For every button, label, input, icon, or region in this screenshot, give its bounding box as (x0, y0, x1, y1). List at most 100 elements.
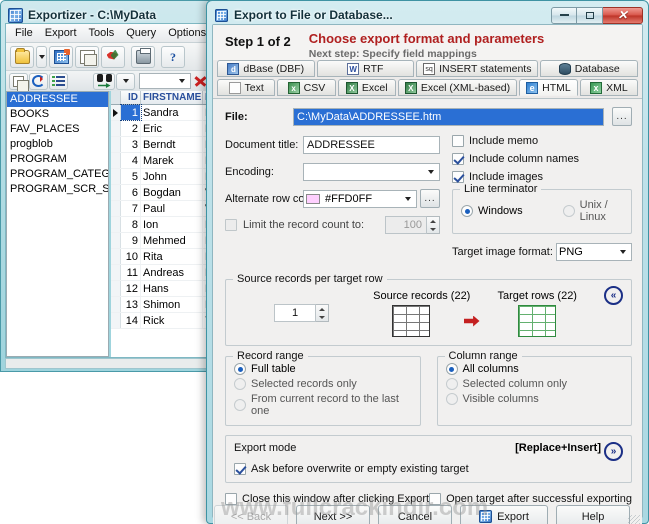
copy-button[interactable] (75, 45, 99, 68)
next-button[interactable]: Next >> (296, 505, 370, 524)
tab-text[interactable]: Text (217, 79, 276, 96)
table-row[interactable]: 10 Rita Hag (111, 249, 212, 265)
refresh-button[interactable] (29, 72, 48, 90)
include-memo-checkbox[interactable] (452, 135, 464, 147)
tab-csv[interactable]: CSV (277, 79, 336, 96)
include-column-names-row[interactable]: Include column names (452, 153, 632, 165)
find-button[interactable] (93, 72, 115, 90)
tab-dbase-dbf[interactable]: dBase (DBF) (217, 60, 315, 77)
stepper-buttons[interactable] (316, 304, 329, 322)
document-title-input[interactable]: ADDRESSEE (303, 135, 440, 154)
radio-selected-records-only[interactable] (234, 378, 246, 390)
source-records-per-row-value[interactable]: 1 (274, 304, 316, 322)
record-range-selected-records[interactable]: Selected records only (234, 378, 412, 390)
table-row[interactable]: 3 Berndt Mar (111, 137, 212, 153)
open-folder-button[interactable] (10, 45, 34, 68)
grid-column-header-firstname[interactable]: FIRSTNAME (141, 91, 203, 104)
cell-id[interactable]: 10 (121, 249, 141, 264)
cell-firstname[interactable]: Andreas (141, 265, 203, 280)
line-terminator-windows[interactable]: Windows (461, 199, 523, 223)
duplicate-button[interactable] (9, 72, 29, 92)
table-list[interactable]: ADDRESSEE BOOKS FAV_PLACES progblob PROG… (6, 91, 109, 357)
cell-id[interactable]: 7 (121, 201, 141, 216)
radio-windows[interactable] (461, 205, 473, 217)
include-column-names-checkbox[interactable] (452, 153, 464, 165)
table-row[interactable]: 13 Shimon Rab (111, 297, 212, 313)
filter-combo[interactable] (139, 73, 191, 89)
include-images-checkbox[interactable] (452, 171, 464, 183)
table-row[interactable]: 11 Andreas Mul (111, 265, 212, 281)
minimize-button[interactable] (551, 6, 577, 24)
table-list-item-program-scr-shot[interactable]: PROGRAM_SCR_SHOT (7, 182, 108, 197)
cell-id[interactable]: 14 (121, 313, 141, 328)
limit-records-stepper[interactable]: 100 (385, 216, 440, 234)
stepper-buttons[interactable] (427, 216, 440, 234)
cell-firstname[interactable]: Mehmed (141, 233, 203, 248)
tab-rtf[interactable]: RTF (316, 60, 415, 77)
open-dropdown-button[interactable] (36, 45, 47, 68)
table-list-item-fav-places[interactable]: FAV_PLACES (7, 122, 108, 137)
cell-firstname[interactable]: Sandra (141, 105, 203, 120)
cell-firstname[interactable]: John (141, 169, 203, 184)
table-row[interactable]: 5 John Hla (111, 169, 212, 185)
radio-from-current-to-last[interactable] (234, 399, 246, 411)
table-row[interactable]: 4 Marek Prz (111, 153, 212, 169)
cell-firstname[interactable]: Bogdan (141, 185, 203, 200)
browse-file-button[interactable]: ... (612, 107, 632, 126)
target-image-format-combo[interactable]: PNG (556, 242, 632, 261)
print-button[interactable] (131, 45, 155, 68)
menu-item-export[interactable]: Export (40, 25, 82, 41)
find-dropdown-button[interactable] (116, 72, 135, 90)
limit-records-checkbox[interactable] (225, 219, 237, 231)
cell-firstname[interactable]: Shimon (141, 297, 203, 312)
cell-firstname[interactable]: Paul (141, 201, 203, 216)
cell-id[interactable]: 6 (121, 185, 141, 200)
cell-firstname[interactable]: Berndt (141, 137, 203, 152)
limit-records-value[interactable]: 100 (385, 216, 427, 234)
resize-grip[interactable] (628, 515, 640, 524)
cell-id[interactable]: 12 (121, 281, 141, 296)
table-row[interactable]: 7 Paul Vog (111, 201, 212, 217)
include-images-row[interactable]: Include images (452, 171, 632, 183)
close-after-export-row[interactable]: Close this window after clicking Export (225, 493, 429, 505)
menu-item-options[interactable]: Options (163, 25, 211, 41)
open-target-after-row[interactable]: Open target after successful exporting (429, 493, 632, 505)
table-list-item-progblob[interactable]: progblob (7, 137, 108, 152)
column-range-selected-column[interactable]: Selected column only (445, 378, 624, 390)
tab-insert-statements[interactable]: INSERT statements (416, 60, 539, 77)
cell-id[interactable]: 11 (121, 265, 141, 280)
table-list-item-addressee[interactable]: ADDRESSEE (7, 92, 108, 107)
radio-selected-column-only[interactable] (445, 378, 458, 390)
cell-firstname[interactable]: Hans (141, 281, 203, 296)
table-row[interactable]: 6 Bogdan Vov (111, 185, 212, 201)
help-button[interactable]: Help (556, 505, 630, 524)
table-list-item-program-category[interactable]: PROGRAM_CATEGORY (7, 167, 108, 182)
radio-all-columns[interactable] (445, 363, 458, 375)
file-path-input[interactable]: C:\MyData\ADDRESSEE.htm (293, 107, 604, 126)
open-target-after-checkbox[interactable] (429, 493, 442, 505)
cell-id[interactable]: 4 (121, 153, 141, 168)
alt-row-color-combo[interactable]: #FFD0FF (303, 189, 417, 208)
close-button[interactable]: ✕ (603, 6, 643, 24)
ask-before-overwrite-checkbox[interactable] (234, 463, 246, 475)
tab-excel[interactable]: Excel (337, 79, 396, 96)
cell-id[interactable]: 1 (120, 104, 142, 121)
encoding-combo[interactable] (303, 162, 440, 181)
menu-item-query[interactable]: Query (121, 25, 161, 41)
fields-list-button[interactable] (49, 72, 68, 90)
cell-id[interactable]: 3 (121, 137, 141, 152)
back-button[interactable]: << Back (214, 505, 288, 524)
cell-id[interactable]: 9 (121, 233, 141, 248)
cell-firstname[interactable]: Rick (141, 313, 203, 328)
open-database-button[interactable] (49, 45, 73, 68)
export-button[interactable]: Export (460, 505, 548, 524)
record-range-current-to-last[interactable]: From current record to the last one (234, 393, 412, 417)
radio-visible-columns[interactable] (445, 393, 458, 405)
table-row[interactable]: 8 Ion Rot (111, 217, 212, 233)
menu-item-file[interactable]: File (10, 25, 38, 41)
radio-unix-linux[interactable] (562, 205, 575, 217)
cell-id[interactable]: 5 (121, 169, 141, 184)
table-row[interactable]: 12 Hans Pet (111, 281, 212, 297)
tab-xml[interactable]: XML (579, 79, 638, 96)
tab-excel-xml-based[interactable]: Excel (XML-based) (397, 79, 518, 96)
